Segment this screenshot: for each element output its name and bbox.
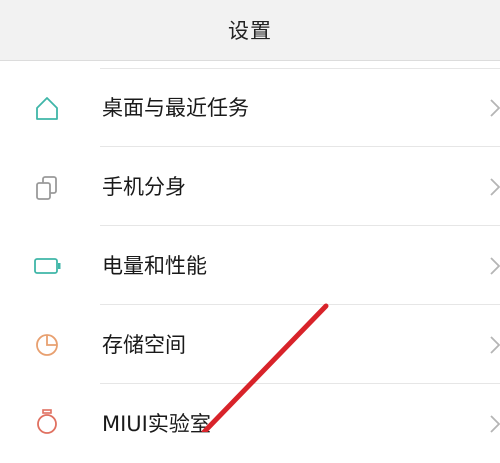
battery-icon — [32, 251, 62, 281]
settings-item-dual-apps[interactable]: 手机分身 — [0, 148, 500, 226]
settings-item-desktop-recents[interactable]: 桌面与最近任务 — [0, 69, 500, 147]
chevron-right-icon — [489, 333, 500, 357]
settings-item-label: 存储空间 — [102, 333, 186, 357]
settings-item-miui-lab[interactable]: MIUI实验室 — [0, 385, 500, 463]
chevron-right-icon — [489, 412, 500, 436]
storage-pie-icon — [32, 330, 62, 360]
home-icon — [32, 93, 62, 123]
flask-icon — [32, 407, 62, 437]
settings-item-label: 手机分身 — [102, 175, 186, 199]
divider — [100, 383, 500, 384]
page-title: 设置 — [228, 19, 272, 43]
divider — [100, 304, 500, 305]
chevron-right-icon — [489, 96, 500, 120]
divider — [100, 146, 500, 147]
settings-item-storage[interactable]: 存储空间 — [0, 306, 500, 384]
settings-item-label: MIUI实验室 — [102, 412, 211, 436]
divider — [100, 225, 500, 226]
chevron-right-icon — [489, 254, 500, 278]
settings-item-battery-performance[interactable]: 电量和性能 — [0, 227, 500, 305]
settings-item-label: 电量和性能 — [102, 254, 207, 278]
title-bar: 设置 — [0, 0, 500, 61]
clone-icon — [32, 172, 62, 202]
chevron-right-icon — [489, 175, 500, 199]
settings-item-label: 桌面与最近任务 — [102, 96, 249, 120]
